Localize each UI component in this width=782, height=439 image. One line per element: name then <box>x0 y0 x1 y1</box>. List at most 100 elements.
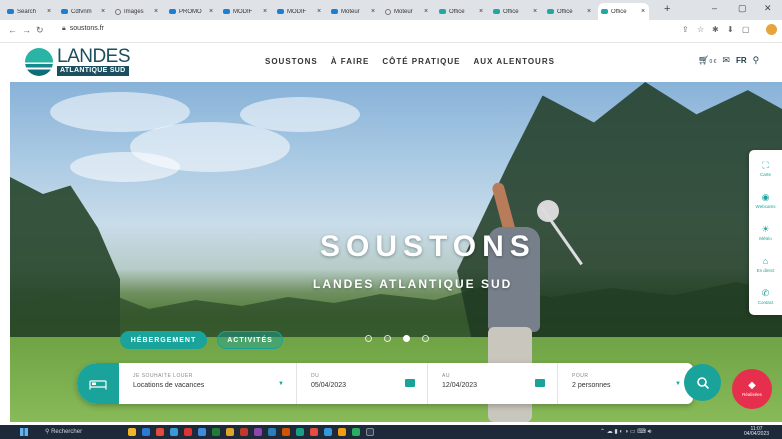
slider-dot[interactable] <box>365 335 372 342</box>
system-tray[interactable]: ⌃ ☁ ▮ ◐ ◑ ▭ ⌨ 🔊︎ <box>600 428 651 436</box>
browser-tab[interactable]: Moteur × <box>328 3 379 20</box>
close-icon[interactable]: × <box>371 8 375 15</box>
slider-dot[interactable] <box>403 335 410 342</box>
app-icon[interactable] <box>170 428 178 436</box>
taskbar-clock[interactable]: 11:07 04/04/2023 <box>744 427 769 437</box>
nav-soustons[interactable]: SOUSTONS <box>265 57 318 66</box>
browser-tab[interactable]: Office × <box>490 3 541 20</box>
mail-app-icon[interactable] <box>142 428 150 436</box>
hebergement-tab[interactable]: HÉBERGEMENT <box>120 331 207 349</box>
app-icon[interactable] <box>324 428 332 436</box>
date-from-field[interactable]: Du 05/04/2023 <box>297 363 428 404</box>
cart-button[interactable]: 🛒︎0 € <box>698 55 716 66</box>
app-icon[interactable] <box>282 428 290 436</box>
close-icon[interactable]: × <box>479 8 483 15</box>
forward-icon[interactable]: → <box>22 25 31 35</box>
new-tab-button[interactable]: + <box>664 3 670 15</box>
side-panel-item[interactable]: ☀ Météo <box>749 216 782 248</box>
nav-cote-pratique[interactable]: CÔTÉ PRATIQUE <box>382 57 460 66</box>
close-icon[interactable]: × <box>641 8 645 15</box>
floating-widget-button[interactable]: ◆ Réalisées <box>732 369 772 409</box>
app-icon[interactable] <box>366 428 374 436</box>
windows-taskbar: ⚲ Rechercher ⌃ ☁ ▮ ◐ ◑ ▭ ⌨ 🔊︎ 11:07 04/0… <box>0 425 782 439</box>
guests-select[interactable]: Pour 2 personnes ▼ <box>558 363 693 404</box>
sidebar-icon[interactable]: ▢ <box>742 25 750 34</box>
bookmark-icon[interactable]: ☆ <box>697 25 704 34</box>
app-icon[interactable] <box>212 428 220 436</box>
search-button[interactable] <box>684 364 721 401</box>
close-icon[interactable]: × <box>424 8 428 15</box>
side-panel-item[interactable]: ◉ Webcams <box>749 184 782 216</box>
url-field[interactable]: 🔒︎ soustons.fr <box>62 25 104 33</box>
close-icon[interactable]: × <box>209 8 213 15</box>
browser-tab[interactable]: PROMO × <box>166 3 217 20</box>
close-icon[interactable]: × <box>317 8 321 15</box>
date-from-value: 05/04/2023 <box>311 382 347 389</box>
browser-tab[interactable]: Moteur × <box>382 3 433 20</box>
close-icon[interactable]: × <box>263 8 267 15</box>
chrome-icon[interactable] <box>226 428 234 436</box>
close-icon[interactable]: × <box>154 8 158 15</box>
app-icon[interactable] <box>352 428 360 436</box>
explorer-icon[interactable] <box>128 428 136 436</box>
globe-icon <box>331 9 338 14</box>
side-panel-item[interactable]: ⛶ Carte <box>749 152 782 184</box>
logo-icon[interactable] <box>25 48 53 76</box>
extensions-icon[interactable]: ✱ <box>712 25 719 34</box>
date-to-field[interactable]: Au 12/04/2023 <box>428 363 558 404</box>
minimize-icon[interactable]: – <box>712 3 717 13</box>
close-icon[interactable]: × <box>587 8 591 15</box>
tab-label: MODIF <box>287 8 307 15</box>
language-selector[interactable]: FR <box>736 56 747 65</box>
mail-icon[interactable]: ✉ <box>722 55 730 66</box>
tab-label: Office <box>611 8 627 15</box>
browser-tab[interactable]: Images × <box>112 3 163 20</box>
side-panel-item[interactable]: ⌂ En direct <box>749 248 782 280</box>
share-icon[interactable]: ⇪ <box>682 25 689 34</box>
tab-label: Search <box>17 8 37 15</box>
slider-dot[interactable] <box>384 335 391 342</box>
rental-type-label: Je souhaite louer <box>133 373 193 379</box>
slider-dot[interactable] <box>422 335 429 342</box>
close-icon[interactable]: × <box>47 8 51 15</box>
reload-icon[interactable]: ↻ <box>36 25 44 36</box>
app-icon[interactable] <box>268 428 276 436</box>
downloads-icon[interactable]: ⬇ <box>727 25 734 34</box>
browser-tab[interactable]: Office × <box>436 3 487 20</box>
close-icon[interactable]: × <box>533 8 537 15</box>
browser-tab[interactable]: Cdfvnm × <box>58 3 109 20</box>
profile-avatar[interactable] <box>766 24 777 35</box>
maximize-icon[interactable]: ▢ <box>738 3 747 14</box>
app-icon[interactable] <box>240 428 248 436</box>
app-icon[interactable] <box>338 428 346 436</box>
app-icon[interactable] <box>310 428 318 436</box>
app-icon[interactable] <box>296 428 304 436</box>
activites-tab[interactable]: ACTIVITÉS <box>217 331 283 349</box>
search-icon <box>696 376 709 389</box>
side-panel-label: Contact <box>757 299 774 305</box>
nav-a-faire[interactable]: À FAIRE <box>331 57 370 66</box>
browser-tab[interactable]: MODIF × <box>220 3 271 20</box>
nav-aux-alentours[interactable]: AUX ALENTOURS <box>474 57 555 66</box>
calendar-icon <box>405 379 415 387</box>
app-icon[interactable] <box>156 428 164 436</box>
windows-start-icon[interactable] <box>20 428 28 436</box>
app-icon[interactable] <box>198 428 206 436</box>
close-window-icon[interactable]: ✕ <box>764 3 772 14</box>
cloud-shape <box>70 152 180 182</box>
close-icon[interactable]: × <box>101 8 105 15</box>
browser-tab[interactable]: Office × <box>598 3 649 20</box>
app-icon[interactable] <box>254 428 262 436</box>
search-icon[interactable]: ⚲ <box>753 55 760 66</box>
taskbar-search[interactable]: ⚲ Rechercher <box>45 428 82 435</box>
back-icon[interactable]: ← <box>8 25 17 35</box>
logo-text-top[interactable]: LANDES <box>57 47 131 66</box>
rental-type-select[interactable]: Je souhaite louer Locations de vacances … <box>119 363 297 404</box>
logo-text-bottom[interactable]: ATLANTIQUE SUD <box>57 66 129 76</box>
browser-tab[interactable]: MODIF × <box>274 3 325 20</box>
browser-tab[interactable]: Search × <box>4 3 55 20</box>
side-panel-item[interactable]: ✆ Contact <box>749 280 782 312</box>
browser-tab[interactable]: Office × <box>544 3 595 20</box>
map-icon: ⛶ <box>762 159 769 170</box>
app-icon[interactable] <box>184 428 192 436</box>
